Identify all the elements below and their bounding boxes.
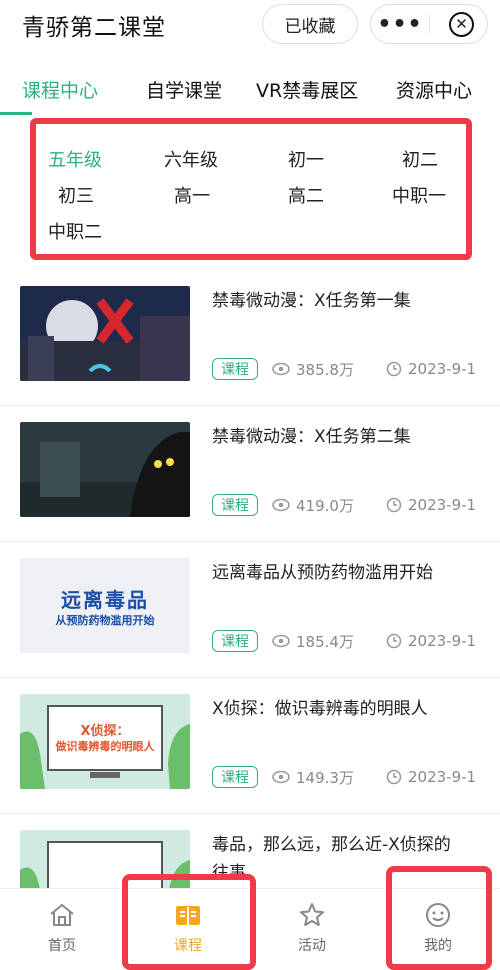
publish-date: 2023-9-1	[386, 358, 476, 380]
header: 青骄第二课堂 已收藏 ••• ✕	[0, 0, 500, 52]
nav-home-label: 首页	[48, 938, 76, 954]
thumbnail-caption: 远离毒品	[61, 588, 149, 612]
category-tabs: 课程中心 自学课堂 VR禁毒展区 资源中心	[0, 70, 500, 110]
course-title: 毒品，那么远，那么近-X侦探的	[212, 835, 451, 855]
tab-self-study[interactable]: 自学课堂	[146, 76, 222, 103]
nav-home[interactable]: 首页	[22, 889, 102, 970]
eye-icon	[272, 362, 290, 376]
nav-activity[interactable]: 活动	[272, 889, 352, 970]
grade-option[interactable]: 六年级	[164, 146, 218, 172]
publish-date-value: 2023-9-1	[408, 496, 477, 514]
publish-date: 2023-9-1	[386, 766, 476, 788]
capsule-divider	[429, 15, 430, 33]
view-count: 385.8万	[272, 358, 354, 380]
app-title: 青骄第二课堂	[22, 15, 166, 41]
course-title: X侦探：做识毒辨毒的明眼人	[212, 699, 428, 719]
course-thumbnail: 远离毒品 从预防药物滥用开始	[20, 558, 190, 653]
course-card[interactable]: 远离毒品 从预防药物滥用开始 远离毒品从预防药物滥用开始 课程 185.4万 2…	[0, 542, 500, 678]
view-count: 185.4万	[272, 630, 354, 652]
thumbnail-subcaption: 从预防药物滥用开始	[55, 614, 155, 627]
favorite-button[interactable]: 已收藏	[262, 4, 358, 44]
view-count: 419.0万	[272, 494, 354, 516]
nav-activity-label: 活动	[298, 938, 326, 954]
eye-icon	[272, 634, 290, 648]
grade-option[interactable]: 高二	[288, 182, 324, 208]
publish-date: 2023-9-1	[386, 630, 476, 652]
course-badge: 课程	[212, 630, 258, 652]
mini-program-capsule: ••• ✕	[370, 4, 488, 44]
course-badge: 课程	[212, 766, 258, 788]
grade-option[interactable]: 高一	[174, 182, 210, 208]
tab-course-center[interactable]: 课程中心	[22, 76, 98, 103]
course-title: 禁毒微动漫：X任务第一集	[212, 291, 411, 311]
course-card[interactable]: X侦探： 做识毒辨毒的明眼人 X侦探：做识毒辨毒的明眼人 课程 149.3万 2…	[0, 678, 500, 814]
publish-date: 2023-9-1	[386, 494, 476, 516]
clock-icon	[386, 497, 402, 513]
highlight-mine-tab	[386, 866, 492, 970]
publish-date-value: 2023-9-1	[408, 632, 477, 650]
thumbnail-subcaption: 做识毒辨毒的明眼人	[55, 740, 155, 753]
eye-icon	[272, 770, 290, 784]
star-icon	[300, 903, 324, 926]
grade-filter-panel: 五年级 六年级 初一 初二 初三 高一 高二 中职一 中职二	[30, 118, 472, 260]
course-title: 禁毒微动漫：X任务第二集	[212, 427, 411, 447]
clock-icon	[386, 633, 402, 649]
grade-option[interactable]: 初二	[402, 146, 438, 172]
clock-icon	[386, 769, 402, 785]
home-icon	[50, 903, 74, 926]
view-count-value: 149.3万	[296, 768, 354, 787]
view-count-value: 385.8万	[296, 360, 354, 379]
grade-option[interactable]: 中职一	[392, 182, 446, 208]
publish-date-value: 2023-9-1	[408, 768, 477, 786]
grade-option[interactable]: 初一	[288, 146, 324, 172]
close-circle-icon[interactable]: ✕	[449, 12, 474, 37]
tab-resource-center[interactable]: 资源中心	[396, 76, 472, 103]
publish-date-value: 2023-9-1	[408, 360, 477, 378]
grade-option[interactable]: 五年级	[48, 146, 102, 172]
course-card[interactable]: 禁毒微动漫：X任务第二集 课程 419.0万 2023-9-1	[0, 406, 500, 542]
view-count-value: 185.4万	[296, 632, 354, 651]
course-thumbnail: X侦探： 做识毒辨毒的明眼人	[20, 694, 190, 789]
course-title: 远离毒品从预防药物滥用开始	[212, 563, 433, 583]
eye-icon	[272, 498, 290, 512]
tab-vr-exhibition[interactable]: VR禁毒展区	[256, 76, 358, 103]
course-badge: 课程	[212, 358, 258, 380]
thumbnail-caption: X侦探：	[80, 724, 130, 739]
active-tab-indicator	[0, 112, 32, 115]
highlight-course-tab	[122, 874, 256, 970]
view-count: 149.3万	[272, 766, 354, 788]
clock-icon	[386, 361, 402, 377]
grade-option[interactable]: 初三	[58, 182, 94, 208]
grade-option[interactable]: 中职二	[48, 218, 102, 244]
course-card[interactable]: 禁毒微动漫：X任务第一集 课程 385.8万 2023-9-1	[0, 270, 500, 406]
more-dots-icon[interactable]: •••	[371, 5, 429, 43]
view-count-value: 419.0万	[296, 496, 354, 515]
course-thumbnail	[20, 422, 190, 517]
course-badge: 课程	[212, 494, 258, 516]
course-thumbnail	[20, 286, 190, 381]
